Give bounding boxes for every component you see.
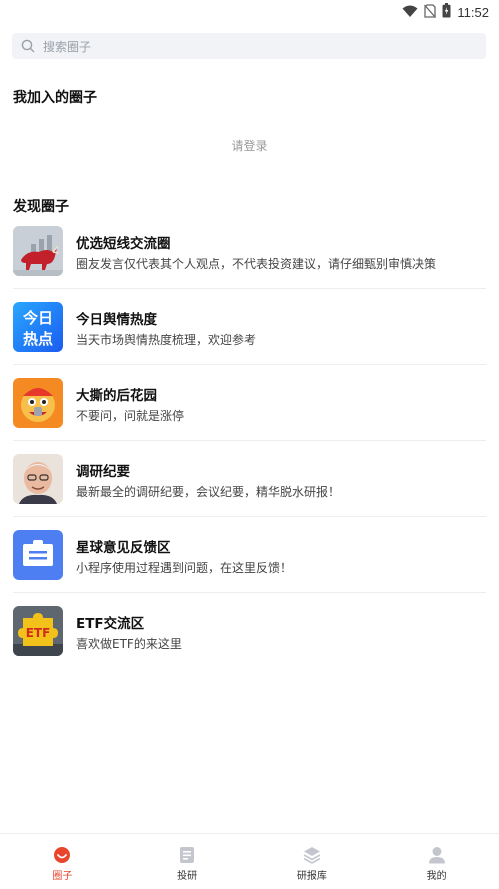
discover-circles-title: 发现圈子 [13, 199, 69, 215]
portrait-icon [13, 454, 63, 504]
circle-name: 优选短线交流圈 [76, 236, 171, 252]
circle-item[interactable]: 星球意见反馈区 小程序使用过程遇到问题，在这里反馈！ [13, 530, 486, 606]
circle-desc: 圈友发言仅代表其个人观点，不代表投资建议，请仔细甄别审慎决策 [76, 257, 437, 271]
tab-label: 研报库 [296, 871, 327, 882]
icon-text: 今日 [22, 309, 53, 327]
circle-desc: 小程序使用过程遇到问题，在这里反馈！ [76, 561, 293, 575]
search-input[interactable]: 搜索圈子 [12, 33, 486, 59]
circle-item[interactable]: 大撕的后花园 不要问，问就是涨停 [13, 378, 486, 454]
user-icon [428, 847, 445, 864]
status-icons: 11:52 [402, 3, 489, 22]
circle-icon [54, 847, 71, 863]
circle-item[interactable]: 今日 热点 今日舆情热度 当天市场舆情热度梳理，欢迎参考 [13, 302, 486, 378]
circle-item[interactable]: ETF ETF交流区 喜欢做ETF的来这里 [13, 606, 486, 682]
tab-profile[interactable]: 我的 [374, 834, 499, 889]
today-hot-icon: 今日 热点 [13, 302, 63, 352]
circle-name: 调研纪要 [76, 464, 130, 480]
circle-desc: 最新最全的调研纪要，会议纪要，精华脱水研报！ [76, 485, 341, 499]
wifi-icon [402, 3, 418, 22]
document-icon [180, 847, 195, 863]
etf-puzzle-icon: ETF [13, 606, 63, 656]
tab-label: 圈子 [52, 871, 73, 882]
joined-circles-title: 我加入的圈子 [13, 90, 97, 106]
battery-icon [442, 3, 451, 22]
tab-research[interactable]: 投研 [125, 834, 250, 889]
icon-text: ETF [26, 626, 51, 640]
divider [13, 516, 486, 517]
circle-desc: 不要问，问就是涨停 [76, 409, 185, 423]
circle-desc: 喜欢做ETF的来这里 [76, 637, 182, 651]
circle-name: 今日舆情热度 [76, 312, 157, 328]
tab-label: 投研 [177, 871, 198, 882]
divider [13, 592, 486, 593]
status-bar: 11:52 [0, 0, 499, 24]
circle-item[interactable]: 调研纪要 最新最全的调研纪要，会议纪要，精华脱水研报！ [13, 454, 486, 530]
search-icon [21, 39, 35, 53]
bottom-tab-bar: 圈子 投研 研报库 我的 [0, 833, 499, 889]
layers-icon [303, 847, 321, 864]
divider [13, 288, 486, 289]
divider [13, 364, 486, 365]
status-time: 11:52 [457, 5, 489, 20]
search-placeholder: 搜索圈子 [43, 39, 92, 54]
no-sim-icon [424, 3, 437, 22]
circle-name: 星球意见反馈区 [76, 540, 171, 556]
circle-desc: 当天市场舆情热度梳理，欢迎参考 [76, 333, 257, 347]
login-prompt[interactable]: 请登录 [0, 137, 499, 154]
tab-label: 我的 [426, 871, 447, 882]
icon-text: 热点 [23, 330, 53, 348]
circle-list: 优选短线交流圈 圈友发言仅代表其个人观点，不代表投资建议，请仔细甄别审慎决策 今… [13, 226, 486, 682]
circle-name: ETF交流区 [76, 616, 145, 632]
circle-name: 大撕的后花园 [76, 388, 157, 404]
feedback-icon [13, 530, 63, 580]
circle-item[interactable]: 优选短线交流圈 圈友发言仅代表其个人观点，不代表投资建议，请仔细甄别审慎决策 [13, 226, 486, 302]
lion-dance-icon [13, 378, 63, 428]
divider [13, 440, 486, 441]
tab-circles[interactable]: 圈子 [0, 834, 125, 889]
bull-market-icon [13, 226, 63, 276]
tab-report-library[interactable]: 研报库 [250, 834, 375, 889]
